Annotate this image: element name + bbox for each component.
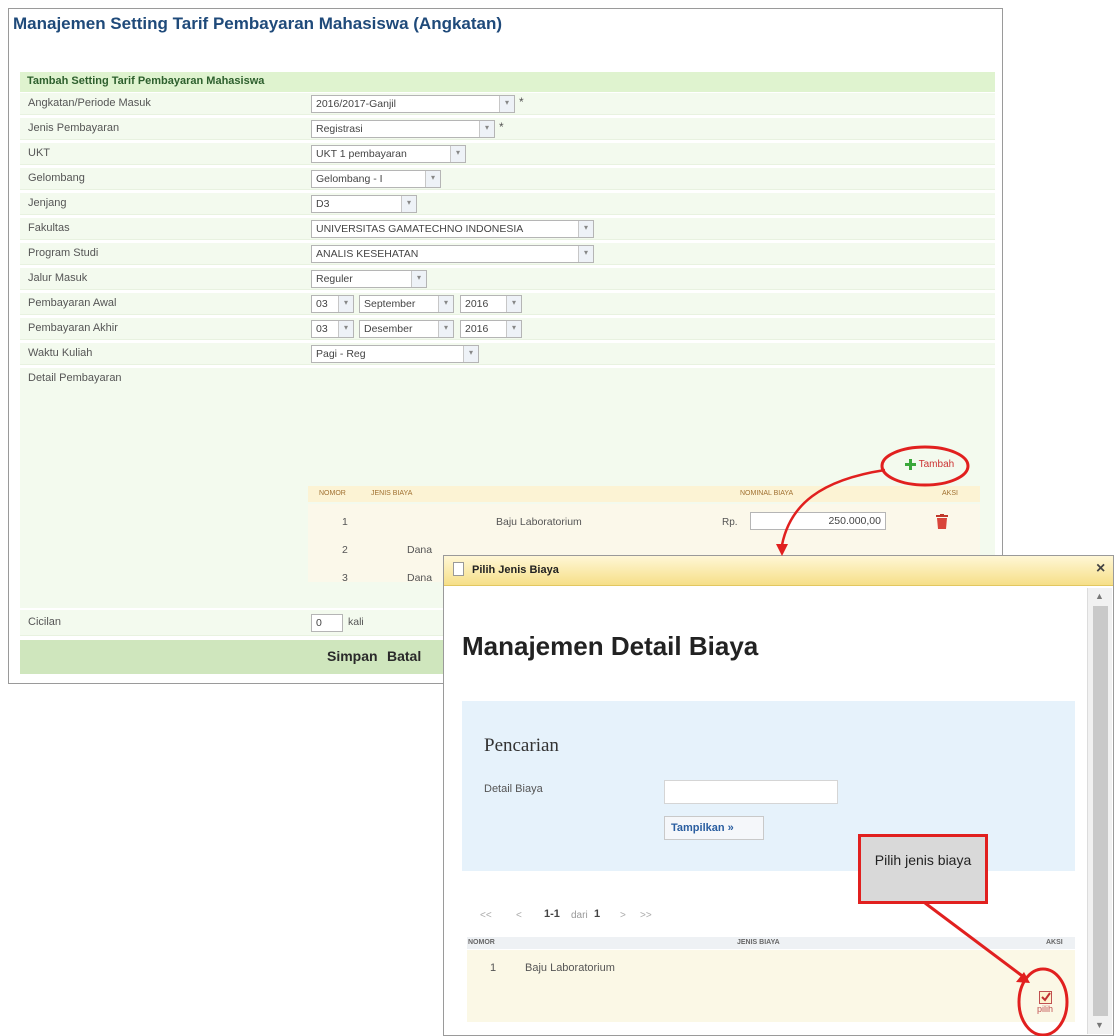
annotation-callout: Pilih jenis biaya (858, 834, 988, 904)
